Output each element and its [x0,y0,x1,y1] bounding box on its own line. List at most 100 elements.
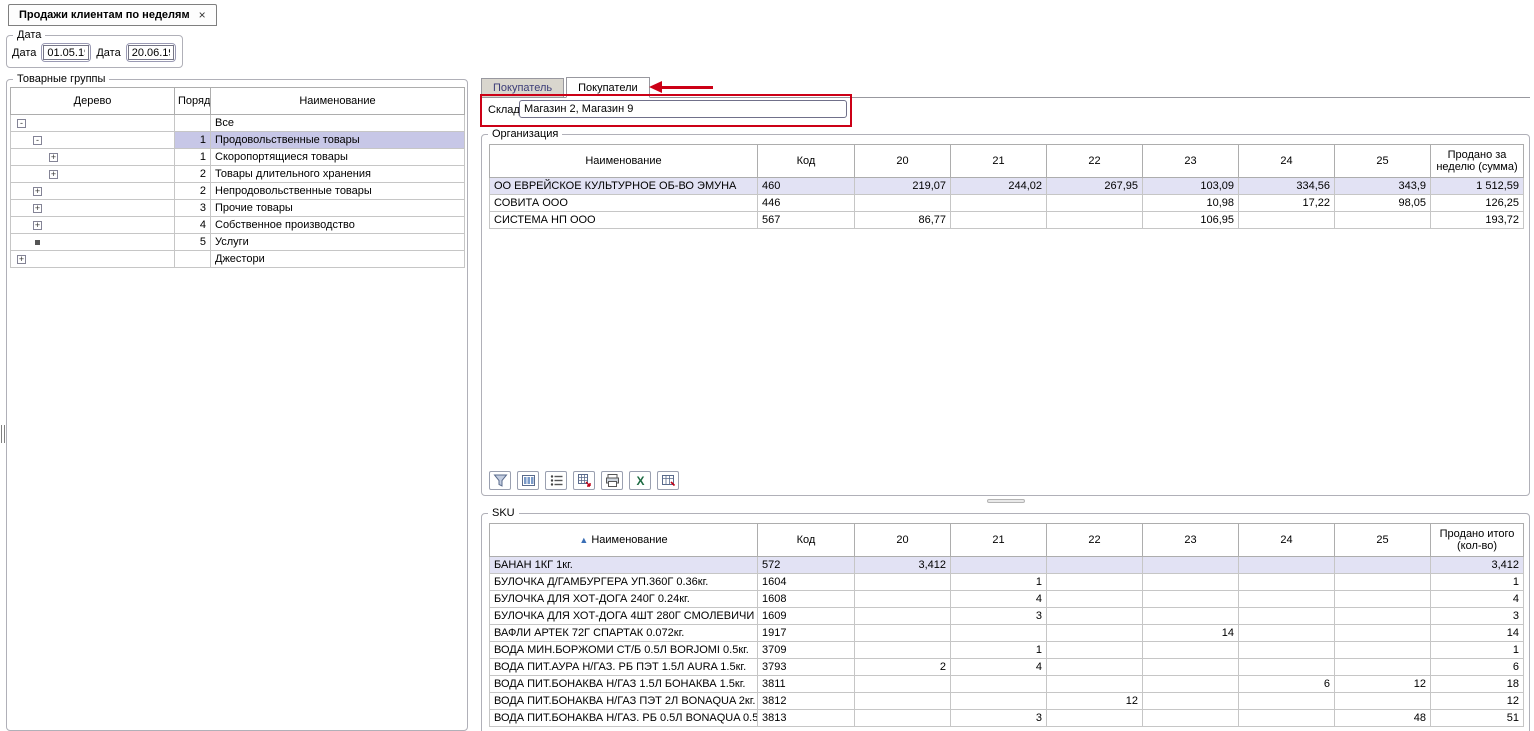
export-table-icon[interactable] [573,471,595,490]
organizations-panel: Организация НаименованиеКод202122232425П… [481,128,1530,496]
column-header[interactable]: 25 [1335,145,1431,178]
table-row[interactable]: БАНАН 1КГ 1кг.5723,4123,412 [490,557,1524,574]
column-header[interactable]: 24 [1239,145,1335,178]
tree-row[interactable]: +4Собственное производство [11,217,465,234]
column-header[interactable]: 22 [1047,524,1143,557]
expand-icon[interactable]: + [33,187,42,196]
table-row[interactable]: ВАФЛИ АРТЕК 72Г СПАРТАК 0.072кг.19171414 [490,625,1524,642]
tree-row[interactable]: -Все [11,115,465,132]
column-header[interactable]: 20 [855,145,951,178]
tree-cell: + [11,200,175,217]
tree-row[interactable]: +2Товары длительного хранения [11,166,465,183]
column-header[interactable]: 23 [1143,524,1239,557]
week-value-cell [1239,642,1335,659]
tree-row[interactable]: +2Непродовольственные товары [11,183,465,200]
date-from-wrap [41,43,91,62]
week-value-cell: 12 [1047,693,1143,710]
close-tab-icon[interactable]: × [199,8,206,22]
horizontal-splitter-grip[interactable] [987,499,1025,503]
total-cell: 12 [1431,693,1524,710]
column-header[interactable]: Продано за неделю (сумма) [1431,145,1524,178]
week-value-cell [1239,625,1335,642]
table-row[interactable]: ВОДА ПИТ.БОНАКВА Н/ГАЗ 1.5Л БОНАКВА 1.5к… [490,676,1524,693]
warehouses-input[interactable] [519,100,847,118]
table-row[interactable]: ВОДА МИН.БОРЖОМИ СТ/Б 0.5Л BORJOMI 0.5кг… [490,642,1524,659]
expand-icon[interactable]: + [33,204,42,213]
vertical-splitter-grip[interactable] [1,425,5,443]
total-cell: 4 [1431,591,1524,608]
tree-row[interactable]: 5Услуги [11,234,465,251]
name-column-header[interactable]: Наименование [211,88,465,115]
document-tab[interactable]: Продажи клиентам по неделям × [8,4,217,26]
column-header[interactable]: 21 [951,145,1047,178]
tree-row[interactable]: +Джестори [11,251,465,268]
column-header[interactable]: ▲Наименование [490,524,758,557]
tree-column-header[interactable]: Дерево [11,88,175,115]
column-header[interactable]: 20 [855,524,951,557]
week-value-cell: 219,07 [855,178,951,195]
group-name-cell: Товары длительного хранения [211,166,465,183]
week-value-cell [1335,642,1431,659]
tree-row[interactable]: +3Прочие товары [11,200,465,217]
order-column-header[interactable]: Поряд [175,88,211,115]
column-header[interactable]: 24 [1239,524,1335,557]
week-value-cell: 14 [1143,625,1239,642]
collapse-icon[interactable]: - [17,119,26,128]
name-cell: ВОДА ПИТ.БОНАКВА Н/ГАЗ. РБ 0.5Л BONAQUA … [490,710,758,727]
week-value-cell [1047,212,1143,229]
table-row[interactable]: БУЛОЧКА ДЛЯ ХОТ-ДОГА 4ШТ 280Г СМОЛЕВИЧИ … [490,608,1524,625]
column-header[interactable]: 23 [1143,145,1239,178]
table-row[interactable]: БУЛОЧКА ДЛЯ ХОТ-ДОГА 240Г 0.24кг.160844 [490,591,1524,608]
column-header[interactable]: 25 [1335,524,1431,557]
list-settings-icon[interactable] [545,471,567,490]
week-value-cell: 103,09 [1143,178,1239,195]
week-value-cell [855,642,951,659]
tab-pokupateli[interactable]: Покупатели [566,77,650,98]
table-row[interactable]: БУЛОЧКА Д/ГАМБУРГЕРА УП.360Г 0.36кг.1604… [490,574,1524,591]
column-header[interactable]: Продано итого (кол-во) [1431,524,1524,557]
group-name-cell: Собственное производство [211,217,465,234]
expand-icon[interactable]: + [49,153,58,162]
week-value-cell [1047,557,1143,574]
week-value-cell [951,212,1047,229]
table-row[interactable]: ОО ЕВРЕЙСКОЕ КУЛЬТУРНОЕ ОБ-ВО ЭМУНА46021… [490,178,1524,195]
column-settings-icon[interactable] [517,471,539,490]
column-header[interactable]: 21 [951,524,1047,557]
week-value-cell [855,676,951,693]
date-from-input[interactable] [43,45,89,60]
total-cell: 14 [1431,625,1524,642]
column-header[interactable]: 22 [1047,145,1143,178]
column-header[interactable]: Код [758,524,855,557]
week-value-cell [1047,625,1143,642]
week-value-cell [1239,659,1335,676]
filter-icon[interactable] [489,471,511,490]
name-cell: БУЛОЧКА Д/ГАМБУРГЕРА УП.360Г 0.36кг. [490,574,758,591]
week-value-cell [1143,659,1239,676]
product-groups-panel: Товарные группы Дерево Поряд Наименовани… [6,73,468,731]
name-cell: ВОДА ПИТ.БОНАКВА Н/ГАЗ 1.5Л БОНАКВА 1.5к… [490,676,758,693]
table-row[interactable]: СОВИТА ООО44610,9817,2298,05126,25 [490,195,1524,212]
expand-icon[interactable]: + [17,255,26,264]
horizontal-splitter[interactable] [481,498,1530,505]
collapse-icon[interactable]: - [33,136,42,145]
week-value-cell [1335,608,1431,625]
table-settings-icon[interactable] [657,471,679,490]
expand-icon[interactable]: + [49,170,58,179]
week-value-cell [951,557,1047,574]
date-to-input[interactable] [128,45,174,60]
column-header[interactable]: Код [758,145,855,178]
date-panel-legend: Дата [13,29,45,41]
tree-row[interactable]: -1Продовольственные товары [11,132,465,149]
column-header[interactable]: Наименование [490,145,758,178]
group-name-cell: Услуги [211,234,465,251]
table-row[interactable]: СИСТЕМА НП ООО56786,77106,95193,72 [490,212,1524,229]
tree-row[interactable]: +1Скоропортящиеся товары [11,149,465,166]
excel-export-icon[interactable]: X [629,471,651,490]
tab-pokupatel[interactable]: Покупатель [481,78,564,97]
table-row[interactable]: ВОДА ПИТ.БОНАКВА Н/ГАЗ ПЭТ 2Л BONAQUA 2к… [490,693,1524,710]
expand-icon[interactable]: + [33,221,42,230]
print-icon[interactable] [601,471,623,490]
total-cell: 3 [1431,608,1524,625]
table-row[interactable]: ВОДА ПИТ.АУРА Н/ГАЗ. РБ ПЭТ 1.5Л AURA 1.… [490,659,1524,676]
table-row[interactable]: ВОДА ПИТ.БОНАКВА Н/ГАЗ. РБ 0.5Л BONAQUA … [490,710,1524,727]
